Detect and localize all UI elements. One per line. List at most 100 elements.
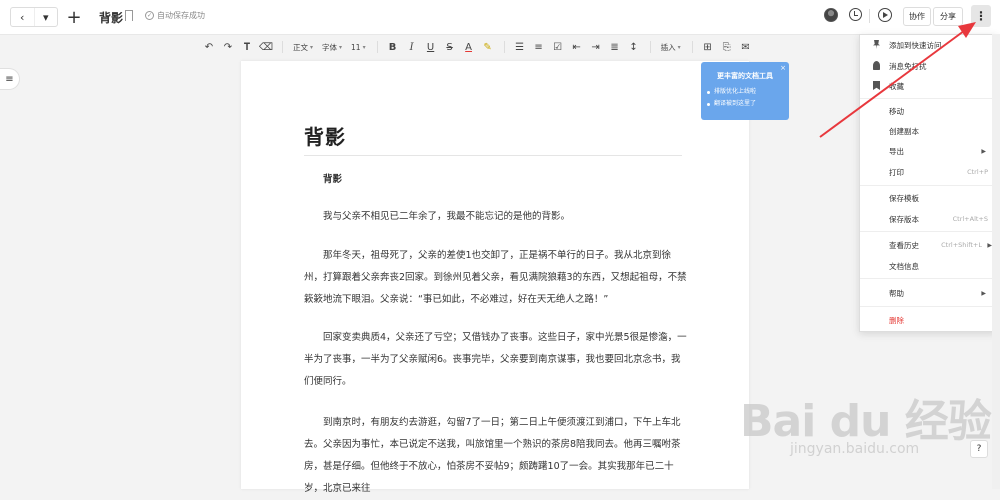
scrollbar[interactable] — [992, 34, 1000, 489]
chevron-down-icon[interactable]: ▾ — [35, 8, 58, 26]
chevron-down-icon: ▾ — [362, 43, 366, 51]
font-size-select[interactable]: 11 ▾ — [347, 38, 370, 56]
format-painter-icon[interactable]: 𝐓 — [238, 38, 256, 56]
watermark-url: jingyan.baidu.com — [790, 441, 920, 457]
doc-title[interactable]: 背影 — [99, 9, 123, 26]
menu-item-favorite[interactable]: 收藏 — [860, 78, 998, 94]
menu-item-shortcut: Ctrl+Shift+L — [941, 241, 982, 249]
ordered-list-icon[interactable]: ☰ — [511, 38, 529, 56]
paragraph-text: 我与父亲不相见已二年余了，我最不能忘记的是他的背影。 — [323, 211, 571, 222]
paragraph[interactable]: 到南京时，有朋友约去游逛，勾留7了一日；第二日上午便须渡江到浦口，下午上车北去。… — [304, 412, 689, 500]
toolbar-divider — [376, 41, 378, 53]
underline-icon[interactable]: U — [422, 38, 440, 56]
chevron-right-icon: ▶ — [981, 147, 986, 155]
menu-item-shortcut: Ctrl+Alt+S — [952, 215, 988, 223]
toolbar-divider — [649, 41, 651, 53]
document-page[interactable]: 背影 背影 我与父亲不相见已二年余了，我最不能忘记的是他的背影。 那年冬天，祖母… — [241, 61, 749, 494]
highlight-icon[interactable]: ✎ — [479, 38, 497, 56]
back-icon[interactable]: ‹ — [11, 8, 35, 26]
template-icon[interactable]: ⎘ — [718, 38, 736, 56]
menu-item-label: 导出 — [889, 146, 904, 156]
divider — [869, 9, 870, 23]
history-icon[interactable] — [849, 8, 862, 21]
new-doc-button[interactable]: + — [64, 7, 84, 28]
menu-item-mute[interactable]: 消息免打扰 — [860, 58, 998, 74]
bookmark-icon — [873, 81, 880, 90]
menu-item-label: 创建副本 — [889, 126, 919, 136]
menu-item-label: 文档信息 — [889, 261, 919, 271]
menu-item-history[interactable]: 查看历史 Ctrl+Shift+L ▶ — [860, 237, 998, 253]
more-dropdown-menu: 添加到快速访问 消息免打扰 收藏 移动 创建副本 导出 ▶ 打印 Ctrl+P 保存… — [859, 34, 998, 332]
page-title[interactable]: 背影 — [304, 121, 346, 150]
menu-item-export[interactable]: 导出 ▶ — [860, 143, 998, 159]
menu-divider — [860, 278, 998, 279]
bullet-list-icon[interactable]: ≡ — [530, 38, 548, 56]
menu-item-label: 保存模板 — [889, 193, 919, 203]
indent-icon[interactable]: ⇥ — [587, 38, 605, 56]
menu-item-help[interactable]: 帮助 ▶ — [860, 285, 998, 301]
paragraph[interactable]: 我与父亲不相见已二年余了，我最不能忘记的是他的背影。 — [304, 206, 689, 228]
menu-divider — [860, 98, 998, 99]
paragraph[interactable]: 回家变卖典质4，父亲还了亏空；又借钱办了丧事。这些日子，家中光景5很是惨澹，一半… — [304, 327, 689, 393]
insert-select[interactable]: 插入 ▾ — [657, 38, 685, 56]
undo-icon[interactable]: ↶ — [200, 38, 218, 56]
chevron-right-icon: ▶ — [981, 289, 986, 297]
align-icon[interactable]: ≣ — [606, 38, 624, 56]
chevron-down-icon: ▾ — [339, 43, 343, 51]
check-icon: ✓ — [145, 11, 154, 20]
menu-item-move[interactable]: 移动 — [860, 103, 998, 119]
redo-icon[interactable]: ↷ — [219, 38, 237, 56]
menu-item-label: 查看历史 — [889, 240, 919, 250]
menu-item-quick-access[interactable]: 添加到快速访问 — [860, 37, 998, 53]
paragraph[interactable]: 那年冬天，祖母死了，父亲的差使1也交卸了，正是祸不单行的日子。我从北京到徐州，打… — [304, 245, 689, 311]
menu-item-print[interactable]: 打印 Ctrl+P — [860, 164, 998, 180]
avatar[interactable] — [824, 8, 838, 22]
table-icon[interactable]: ⊞ — [699, 38, 717, 56]
present-icon[interactable] — [878, 8, 892, 22]
collab-button[interactable]: 协作 — [903, 7, 931, 26]
paragraph[interactable]: 背影 — [304, 169, 689, 191]
outdent-icon[interactable]: ⇤ — [568, 38, 586, 56]
menu-item-duplicate[interactable]: 创建副本 — [860, 123, 998, 139]
italic-icon[interactable]: I — [403, 38, 421, 56]
paragraph-text: 那年冬天，祖母死了，父亲的差使1也交卸了，正是祸不单行的日子。我从北京到徐州，打… — [304, 250, 687, 305]
toolbar-divider — [503, 41, 505, 53]
font-color-icon[interactable]: A — [460, 38, 478, 56]
tip-item[interactable]: 排版优化上线啦 — [707, 86, 783, 98]
outline-toggle-button[interactable]: ≡ — [0, 68, 20, 90]
menu-item-label: 打印 — [889, 167, 904, 177]
menu-item-save-template[interactable]: 保存模板 — [860, 190, 998, 206]
top-bar: ‹ ▾ + 背影 ✓ 自动保存成功 协作 分享 ⋮ — [0, 0, 1000, 35]
paragraph-text: 背影 — [323, 174, 343, 185]
back-nav-group[interactable]: ‹ ▾ — [10, 7, 58, 27]
help-button[interactable]: ? — [970, 440, 988, 458]
font-family-select[interactable]: 字体 ▾ — [318, 38, 346, 56]
menu-item-delete[interactable]: 删除 — [860, 312, 998, 328]
paragraph-text: 到南京时，有朋友约去游逛，勾留7了一日；第二日上午便须渡江到浦口，下午上车北去。… — [304, 417, 681, 494]
tip-item[interactable]: 翻译被到这里了 — [707, 98, 783, 110]
bold-icon[interactable]: B — [384, 38, 402, 56]
paragraph-style-select[interactable]: 正文 ▾ — [289, 38, 317, 56]
save-status: ✓ 自动保存成功 — [145, 10, 205, 21]
menu-item-label: 添加到快速访问 — [889, 40, 942, 50]
font-size-value: 11 — [351, 42, 361, 52]
clear-format-icon[interactable]: ⌫ — [257, 38, 275, 56]
chevron-down-icon: ▾ — [310, 43, 314, 51]
line-height-icon[interactable]: ↕ — [625, 38, 643, 56]
menu-item-save-version[interactable]: 保存版本 Ctrl+Alt+S — [860, 211, 998, 227]
comment-icon[interactable]: ✉ — [737, 38, 755, 56]
bell-mute-icon — [873, 61, 880, 70]
save-status-text: 自动保存成功 — [157, 11, 205, 20]
menu-item-doc-info[interactable]: 文档信息 — [860, 258, 998, 274]
menu-item-label: 帮助 — [889, 288, 904, 298]
more-menu-button[interactable]: ⋮ — [971, 5, 991, 27]
strikethrough-icon[interactable]: S — [441, 38, 459, 56]
chevron-down-icon: ▾ — [677, 43, 681, 51]
close-icon[interactable]: × — [780, 64, 786, 72]
menu-item-shortcut: Ctrl+P — [967, 168, 988, 176]
task-list-icon[interactable]: ☑ — [549, 38, 567, 56]
format-toolbar: ↶ ↷ 𝐓 ⌫ 正文 ▾ 字体 ▾ 11 ▾ B I U S A ✎ ☰ ≡ ☑ ⇤ … — [200, 38, 756, 56]
bookmark-icon[interactable] — [125, 10, 133, 21]
paragraph-text: 回家变卖典质4，父亲还了亏空；又借钱办了丧事。这些日子，家中光景5很是惨澹，一半… — [304, 332, 687, 387]
share-button[interactable]: 分享 — [933, 7, 963, 26]
